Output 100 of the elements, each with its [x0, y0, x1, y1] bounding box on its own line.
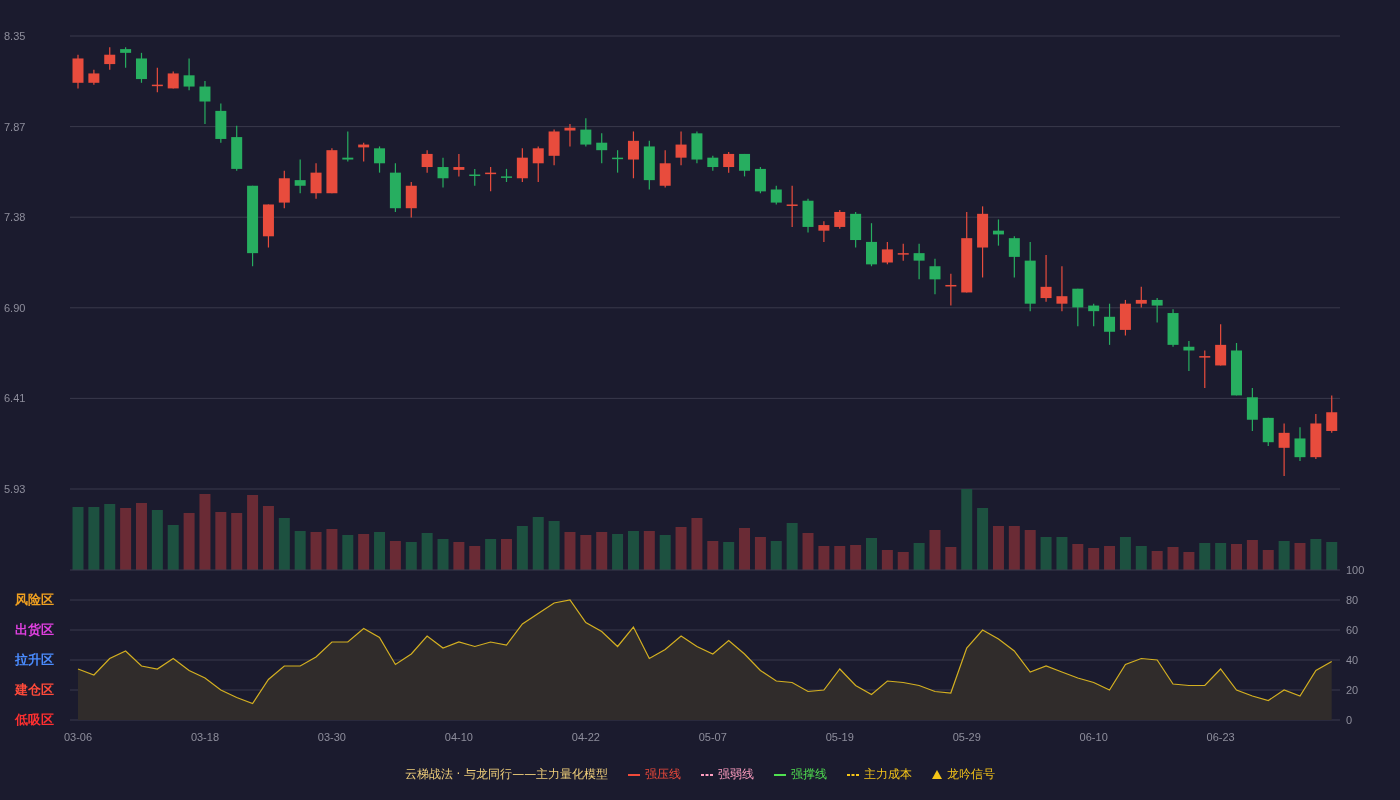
candlestick — [1183, 340, 1195, 372]
candlestick — [723, 151, 735, 174]
axis-label: 8.35 — [4, 30, 26, 42]
candlestick — [850, 211, 862, 249]
candlestick — [818, 220, 830, 243]
candlestick — [231, 125, 243, 172]
candlestick — [992, 218, 1004, 247]
candlestick — [881, 241, 893, 265]
axis-label: 6.41 — [4, 392, 26, 405]
candlestick — [1246, 387, 1258, 432]
candlestick — [643, 140, 655, 191]
candlestick — [516, 147, 528, 183]
axis-label: 7.87 — [4, 120, 26, 133]
candlestick — [1231, 342, 1242, 396]
axis-label: 20 — [1346, 684, 1359, 696]
candlestick — [120, 46, 132, 69]
candlestick — [326, 147, 338, 194]
date-label: 04-22 — [571, 731, 600, 743]
axis-label: 7.38 — [4, 211, 26, 224]
legend-label: 主力成本 — [864, 766, 913, 783]
candlestick — [72, 54, 84, 89]
date-label: 05-19 — [825, 731, 854, 743]
candlestick — [389, 162, 401, 213]
zone-label: 出货区 — [14, 622, 54, 637]
candlestick — [866, 222, 877, 267]
candlestick — [580, 117, 592, 148]
candlestick — [278, 170, 290, 209]
candlestick — [945, 273, 957, 307]
candlestick — [104, 46, 116, 71]
axis-label: 0 — [1346, 714, 1353, 726]
candlestick — [929, 258, 941, 295]
candlestick — [1088, 303, 1100, 327]
candlestick — [913, 243, 925, 280]
axis-label: 5.93 — [4, 483, 26, 495]
candlestick — [136, 52, 147, 84]
candlestick — [1278, 422, 1290, 477]
candlestick — [1310, 413, 1322, 460]
candlestick — [675, 130, 687, 166]
candlestick — [1008, 235, 1020, 279]
candlestick — [183, 57, 195, 91]
candlestick — [501, 168, 512, 183]
zone-label: 建仓区 — [14, 682, 54, 697]
legend-label: 强撑线 — [791, 766, 828, 783]
date-label: 03-30 — [317, 731, 346, 743]
legend-label: 强弱线 — [718, 766, 755, 783]
axis-label: 80 — [1346, 594, 1359, 606]
candlestick — [707, 155, 719, 172]
candlestick — [151, 67, 163, 93]
candlestick — [1262, 417, 1274, 447]
legend-label: 龙吟信号 — [947, 766, 996, 783]
candlestick — [1167, 308, 1179, 348]
candlestick — [374, 145, 386, 174]
zone-label: 风险区 — [14, 592, 54, 607]
candlestick — [199, 80, 211, 125]
zone-label: 拉升区 — [14, 652, 54, 667]
candlestick — [294, 158, 306, 194]
candlestick — [612, 149, 624, 174]
candlestick — [262, 203, 274, 249]
candlestick — [167, 70, 179, 89]
candlestick — [564, 123, 576, 148]
axis-label: 100 — [1346, 564, 1365, 576]
legend-label: 强压线 — [645, 766, 682, 783]
candlestick — [1056, 265, 1068, 312]
candlestick — [215, 102, 227, 144]
candlestick — [754, 166, 766, 194]
candlestick — [310, 162, 322, 200]
candlestick — [834, 209, 846, 230]
date-label: 06-23 — [1206, 731, 1235, 743]
zone-label: 低吸区 — [14, 712, 54, 727]
candlestick — [691, 130, 703, 164]
candlestick — [1135, 286, 1147, 309]
candlestick — [1215, 323, 1227, 367]
candlestick — [437, 157, 449, 189]
candlestick — [1119, 299, 1131, 337]
candlestick — [1151, 297, 1163, 323]
candlestick — [358, 142, 370, 162]
date-label: 03-06 — [63, 731, 93, 743]
candlestick — [1040, 254, 1052, 303]
candlestick — [453, 153, 465, 177]
candlestick — [786, 185, 798, 228]
candlestick — [1199, 349, 1211, 389]
candlestick — [405, 181, 417, 219]
candlestick — [1326, 394, 1338, 434]
candlestick — [802, 198, 814, 234]
axis-label: 60 — [1346, 624, 1359, 636]
date-label: 06-10 — [1079, 731, 1108, 743]
candlestick — [897, 243, 909, 262]
date-label: 05-29 — [952, 731, 981, 743]
candlestick — [1024, 241, 1036, 312]
axis-label: 6.90 — [4, 301, 26, 314]
candlestick — [659, 149, 671, 189]
date-label: 04-10 — [444, 731, 473, 743]
date-label: 05-07 — [698, 731, 727, 743]
axis-label: 40 — [1346, 654, 1359, 666]
candlestick — [596, 132, 608, 164]
candlestick — [548, 129, 560, 166]
candlestick — [485, 166, 497, 192]
candlestick — [1104, 303, 1116, 346]
candlestick — [469, 168, 481, 187]
candlestick — [421, 149, 433, 174]
